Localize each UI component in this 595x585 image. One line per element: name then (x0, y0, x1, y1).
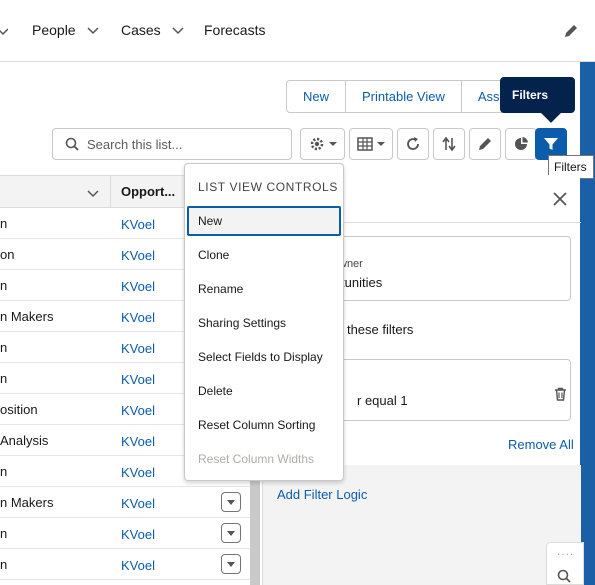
list-actions-button-group: New Printable View Assi (286, 80, 520, 113)
chevron-down-icon[interactable] (86, 186, 100, 200)
caret-down-icon (227, 562, 235, 567)
table-row[interactable]: n KVoel (0, 549, 250, 580)
nav-tab-label: Cases (121, 22, 161, 38)
list-view-controls-button[interactable] (300, 128, 345, 160)
page-background (580, 62, 595, 585)
cell-owner-link[interactable]: KVoel (121, 465, 155, 480)
chevron-down-icon[interactable] (86, 23, 100, 37)
new-button[interactable]: New (287, 81, 347, 112)
cell-name: n (0, 526, 8, 541)
cell-name: Analysis (0, 433, 49, 448)
column-divider[interactable] (110, 176, 111, 207)
caret-down-icon (227, 500, 235, 505)
nav-tab-forecasts[interactable]: Forecasts (204, 22, 265, 38)
sort-icon (442, 136, 456, 152)
filter-value: tunities (341, 275, 383, 290)
gear-icon (310, 137, 323, 151)
table-row[interactable] (0, 580, 250, 585)
cell-owner-link[interactable]: KVoel (121, 372, 155, 387)
cell-owner-link[interactable]: KVoel (121, 558, 155, 573)
chevron-down-icon[interactable] (0, 24, 8, 38)
search-box (52, 128, 292, 160)
cell-name: n (0, 340, 8, 355)
remove-all-link[interactable]: Remove All (508, 437, 574, 452)
menu-item-select-fields-to-display[interactable]: Select Fields to Display (187, 342, 341, 372)
pencil-icon[interactable] (563, 23, 579, 39)
pie-chart-icon (515, 137, 528, 150)
menu-title: LIST VIEW CONTROLS (198, 180, 338, 194)
caret-down-icon (227, 531, 235, 536)
column-header-opportunity-owner[interactable]: Opport... (121, 184, 175, 199)
search-icon (557, 569, 571, 583)
nav-tab-label: People (32, 22, 76, 38)
drag-handle-icon: ···· (557, 549, 575, 560)
cell-owner-link[interactable]: KVoel (121, 279, 155, 294)
charts-button[interactable] (505, 128, 537, 160)
trash-icon[interactable] (554, 387, 567, 401)
cell-owner-link[interactable]: KVoel (121, 248, 155, 263)
search-input[interactable] (87, 136, 277, 152)
row-actions-button[interactable] (221, 554, 241, 574)
cell-name: n (0, 371, 8, 386)
display-as-button[interactable] (349, 128, 393, 160)
cell-owner-link[interactable]: KVoel (121, 496, 155, 511)
cell-name: n (0, 557, 8, 572)
row-actions-button[interactable] (221, 523, 241, 543)
printable-view-button[interactable]: Printable View (346, 81, 462, 112)
nav-tab-label: Forecasts (204, 22, 266, 38)
cell-name: n (0, 278, 8, 293)
close-icon[interactable] (553, 192, 567, 206)
filters-popover-title: Filters (500, 77, 575, 113)
search-icon (65, 137, 79, 151)
filter-condition-value: r equal 1 (357, 393, 408, 408)
table-row[interactable]: n Makers KVoel (0, 487, 250, 518)
nav-tab-people[interactable]: People (32, 22, 100, 38)
add-filter-logic-link[interactable]: Add Filter Logic (277, 487, 367, 502)
cell-name: osition (0, 402, 38, 417)
pencil-icon (479, 138, 491, 150)
refresh-icon (407, 137, 419, 150)
table-row[interactable]: n KVoel (0, 518, 250, 549)
top-navigation: People Cases Forecasts (0, 0, 595, 62)
filter-icon (544, 138, 558, 150)
menu-item-clone[interactable]: Clone (187, 240, 341, 270)
cell-owner-link[interactable]: KVoel (121, 527, 155, 542)
cell-name: n (0, 216, 8, 231)
utility-search-button[interactable]: ···· (546, 542, 584, 585)
list-view-controls-menu: LIST VIEW CONTROLS New Clone Rename Sharing… (184, 163, 344, 481)
cell-name: n Makers (0, 309, 54, 324)
refresh-button[interactable] (397, 128, 429, 160)
nav-tab-cases[interactable]: Cases (121, 22, 185, 38)
menu-item-reset-column-sorting[interactable]: Reset Column Sorting (187, 410, 341, 440)
cell-owner-link[interactable]: KVoel (121, 403, 155, 418)
cell-name: n Makers (0, 495, 54, 510)
row-actions-button[interactable] (221, 492, 241, 512)
cell-name: on (0, 247, 15, 262)
menu-item-rename[interactable]: Rename (187, 274, 341, 304)
cell-name: n (0, 464, 8, 479)
cell-owner-link[interactable]: KVoel (121, 341, 155, 356)
inline-edit-button[interactable] (469, 128, 501, 160)
cell-owner-link[interactable]: KVoel (121, 434, 155, 449)
table-icon (357, 137, 373, 151)
chevron-down-icon[interactable] (171, 23, 185, 37)
caret-down-icon (377, 142, 385, 146)
menu-item-sharing-settings[interactable]: Sharing Settings (187, 308, 341, 338)
menu-item-new[interactable]: New (187, 206, 341, 236)
menu-item-delete[interactable]: Delete (187, 376, 341, 406)
menu-item-reset-column-widths: Reset Column Widths (198, 452, 315, 466)
filters-panel-footer: Add Filter Logic (263, 465, 581, 585)
cell-owner-link[interactable]: KVoel (121, 310, 155, 325)
caret-down-icon (328, 142, 337, 146)
sort-button[interactable] (433, 128, 465, 160)
cell-owner-link[interactable]: KVoel (121, 217, 155, 232)
